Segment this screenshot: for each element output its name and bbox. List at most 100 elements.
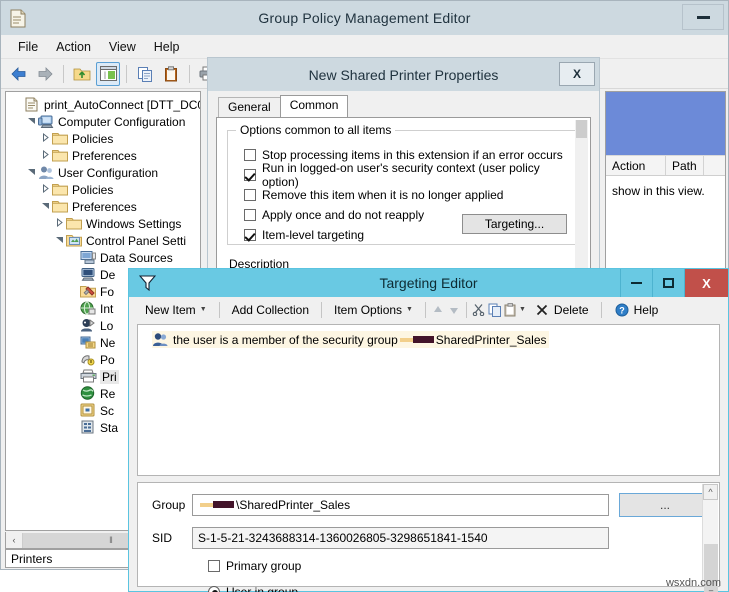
chevron-down-icon[interactable] [24, 167, 38, 178]
tree-item-label: Ne [100, 336, 115, 350]
arrow-down-icon[interactable] [446, 302, 462, 318]
primary-group-label: Primary group [226, 559, 301, 573]
printer-dialog-close-button[interactable]: X [559, 62, 595, 86]
chevron-down-icon[interactable] [52, 235, 66, 246]
targeting-button[interactable]: Targeting... [462, 214, 567, 234]
browse-group-button[interactable]: ... [619, 493, 711, 517]
user-in-group-radio[interactable] [208, 586, 220, 592]
scissors-icon[interactable] [471, 302, 487, 318]
group-label: Group [152, 498, 192, 512]
arrow-up-icon[interactable] [430, 302, 446, 318]
chevron-down-icon[interactable] [24, 116, 38, 127]
chevron-down-icon[interactable] [38, 201, 52, 212]
tree-item-label: Fo [100, 285, 114, 299]
new-item-menu[interactable]: New Item ▼ [137, 301, 215, 319]
local-users-groups-icon [80, 318, 97, 333]
chevron-down-icon: ▼ [406, 306, 413, 313]
targeting-editor-close-button[interactable]: X [684, 269, 728, 297]
menu-file[interactable]: File [9, 38, 47, 56]
paste-icon[interactable] [503, 302, 519, 318]
paste-icon[interactable] [159, 62, 183, 86]
chevron-right-icon[interactable] [38, 133, 52, 144]
chevron-down-icon[interactable]: ▼ [519, 306, 526, 313]
option-checkbox[interactable] [244, 229, 256, 241]
tree-item-policies[interactable]: Policies [10, 181, 200, 198]
targeting-editor-title: Targeting Editor [379, 275, 477, 291]
list-item[interactable]: the user is a member of the security gro… [152, 331, 549, 348]
scheduled-tasks-icon [80, 403, 97, 418]
tree-item-preferences[interactable]: Preferences [10, 198, 200, 215]
results-selection-block [606, 92, 725, 155]
copy-icon[interactable] [133, 62, 157, 86]
menu-action[interactable]: Action [47, 38, 100, 56]
scroll-up-icon[interactable]: ^ [703, 484, 718, 500]
chevron-right-icon[interactable] [38, 150, 52, 161]
sid-input[interactable]: S-1-5-21-3243688314-1360026805-329865184… [192, 527, 609, 549]
primary-group-checkbox[interactable] [208, 560, 220, 572]
help-button[interactable]: ? Help [606, 300, 667, 320]
tab-common[interactable]: Common [280, 95, 349, 117]
targeting-editor-window: Targeting Editor X New Item ▼ Add Collec… [128, 268, 729, 592]
redacted-domain-block [200, 499, 234, 511]
toolbar-separator [126, 65, 127, 83]
option-checkbox[interactable] [244, 149, 256, 161]
show-hide-tree-icon[interactable] [96, 62, 120, 86]
tree-item-policies[interactable]: Policies [10, 130, 200, 147]
targeting-editor-minimize-button[interactable] [620, 269, 652, 297]
list-item-text-after: SharedPrinter_Sales [436, 333, 547, 347]
option-checkbox[interactable] [244, 209, 256, 221]
option-checkbox[interactable] [244, 189, 256, 201]
scroll-left-icon[interactable]: ‹ [6, 533, 23, 548]
back-icon[interactable] [7, 62, 31, 86]
tree-item-data-sources[interactable]: Data Sources [10, 249, 200, 266]
group-input[interactable]: \SharedPrinter_Sales [192, 494, 609, 516]
up-folder-icon[interactable] [70, 62, 94, 86]
option-label: Apply once and do not reapply [262, 208, 424, 222]
console-document-icon [9, 9, 26, 28]
add-collection-label: Add Collection [232, 303, 309, 317]
option-checkbox[interactable] [244, 169, 256, 181]
option-row[interactable]: Run in logged-on user's security context… [244, 165, 577, 185]
tree-item-windows-settings[interactable]: Windows Settings [10, 215, 200, 232]
tree-item-control-panel-setti[interactable]: Control Panel Setti [10, 232, 200, 249]
scrollbar-thumb[interactable] [576, 120, 587, 138]
tree-item-print-autoconnect-dtt-dc0[interactable]: print_AutoConnect [DTT_DC0 [10, 96, 200, 113]
tree-item-preferences[interactable]: Preferences [10, 147, 200, 164]
copy-icon[interactable] [487, 302, 503, 318]
tab-general[interactable]: General [218, 97, 281, 117]
printers-icon [80, 369, 97, 384]
add-collection-button[interactable]: Add Collection [224, 301, 317, 319]
delete-button[interactable]: Delete [526, 300, 597, 320]
menu-help[interactable]: Help [145, 38, 189, 56]
folder-icon [52, 199, 69, 214]
minimize-icon [631, 282, 642, 284]
chevron-right-icon[interactable] [38, 184, 52, 195]
column-header-path[interactable]: Path [666, 156, 704, 175]
chevron-right-icon[interactable] [52, 218, 66, 229]
watermark: wsxdn.com [666, 577, 721, 589]
start-menu-icon [80, 420, 97, 435]
user-in-group-label: User in group [226, 585, 298, 592]
targeting-editor-maximize-button[interactable] [652, 269, 684, 297]
toolbar-separator [189, 65, 190, 83]
properties-vertical-scrollbar[interactable]: ^ ≡ [702, 484, 718, 585]
regional-options-icon [80, 386, 97, 401]
targeting-items-list[interactable]: the user is a member of the security gro… [137, 324, 720, 476]
menu-view[interactable]: View [100, 38, 145, 56]
printer-dialog-title: New Shared Printer Properties [309, 67, 499, 83]
main-minimize-button[interactable] [682, 4, 724, 30]
tree-item-label: Preferences [72, 200, 137, 214]
item-options-menu[interactable]: Item Options ▼ [326, 301, 421, 319]
tree-item-label: Policies [72, 132, 113, 146]
column-header-action[interactable]: Action [606, 156, 666, 175]
tree-item-user-configuration[interactable]: User Configuration [10, 164, 200, 181]
redacted-domain-block [400, 334, 434, 346]
tree-item-label: Control Panel Setti [86, 234, 186, 248]
folder-icon [52, 182, 69, 197]
tree-item-computer-configuration[interactable]: Computer Configuration [10, 113, 200, 130]
forward-icon[interactable] [33, 62, 57, 86]
tree-item-label: Data Sources [100, 251, 173, 265]
printer-dialog-scrollbar[interactable] [575, 120, 588, 269]
group-input-value: \SharedPrinter_Sales [236, 498, 350, 512]
folder-icon [52, 148, 69, 163]
